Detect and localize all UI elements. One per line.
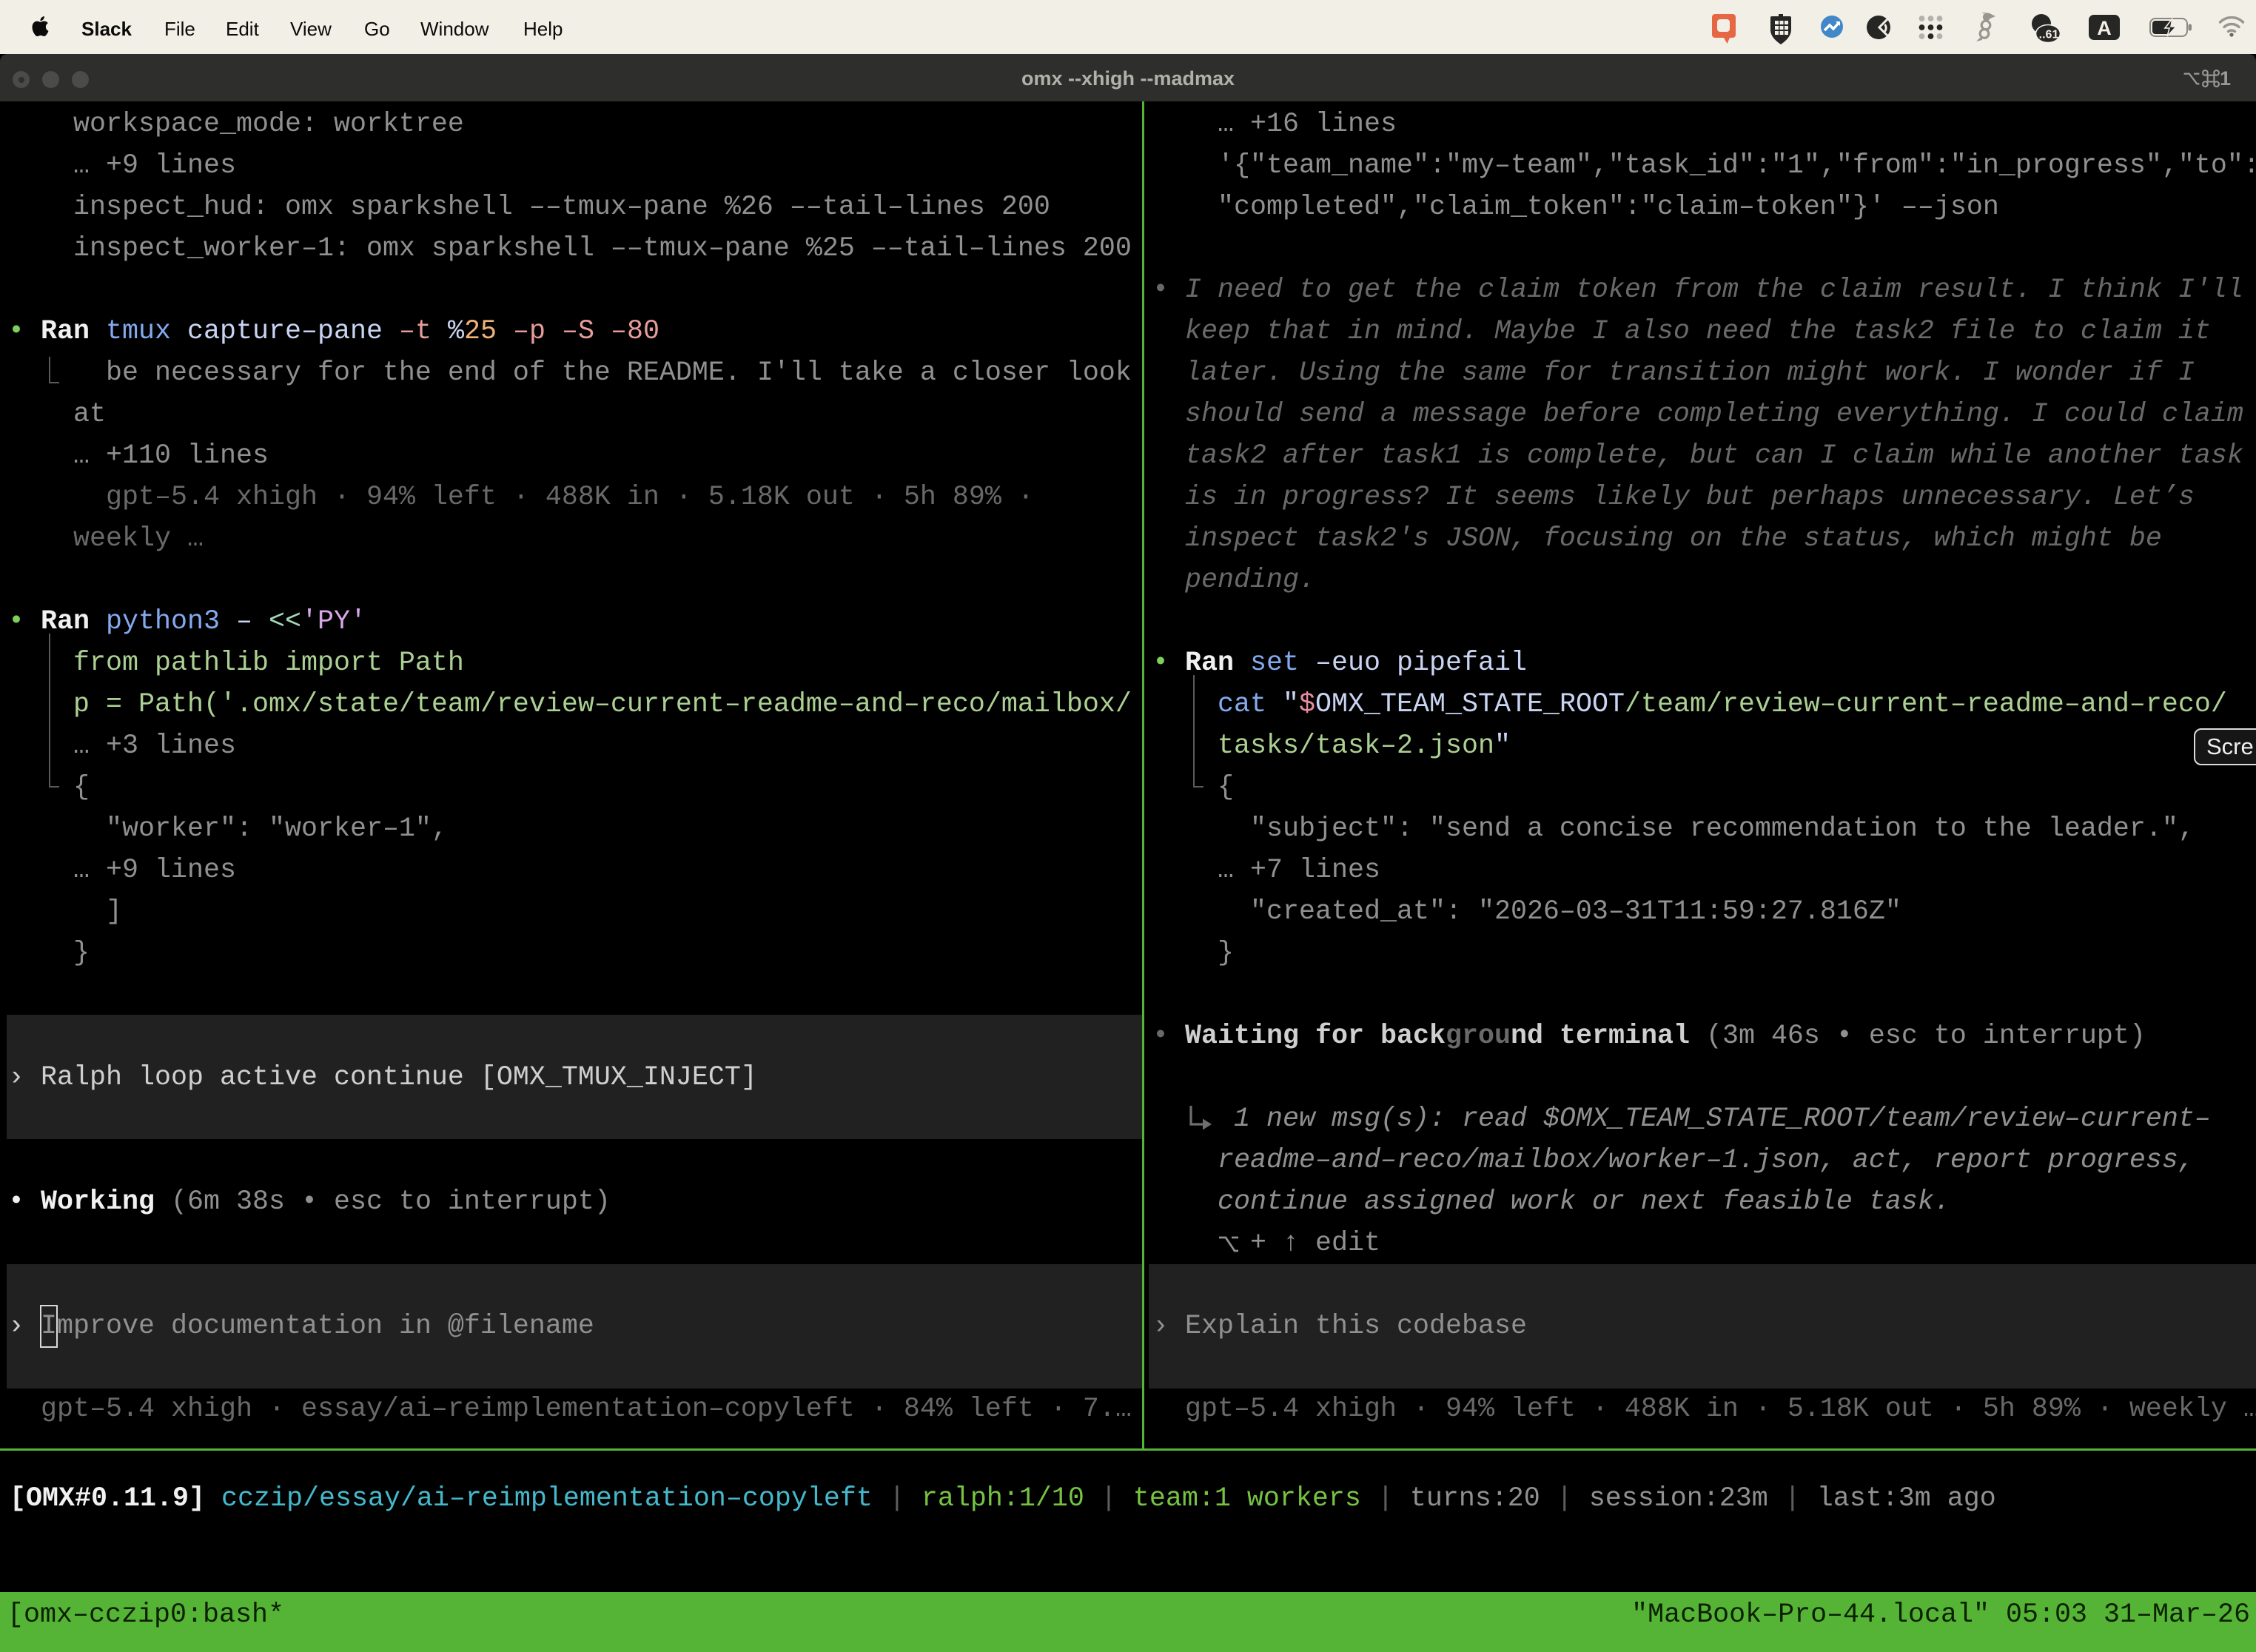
svg-text:..61: ..61 <box>2039 29 2059 41</box>
